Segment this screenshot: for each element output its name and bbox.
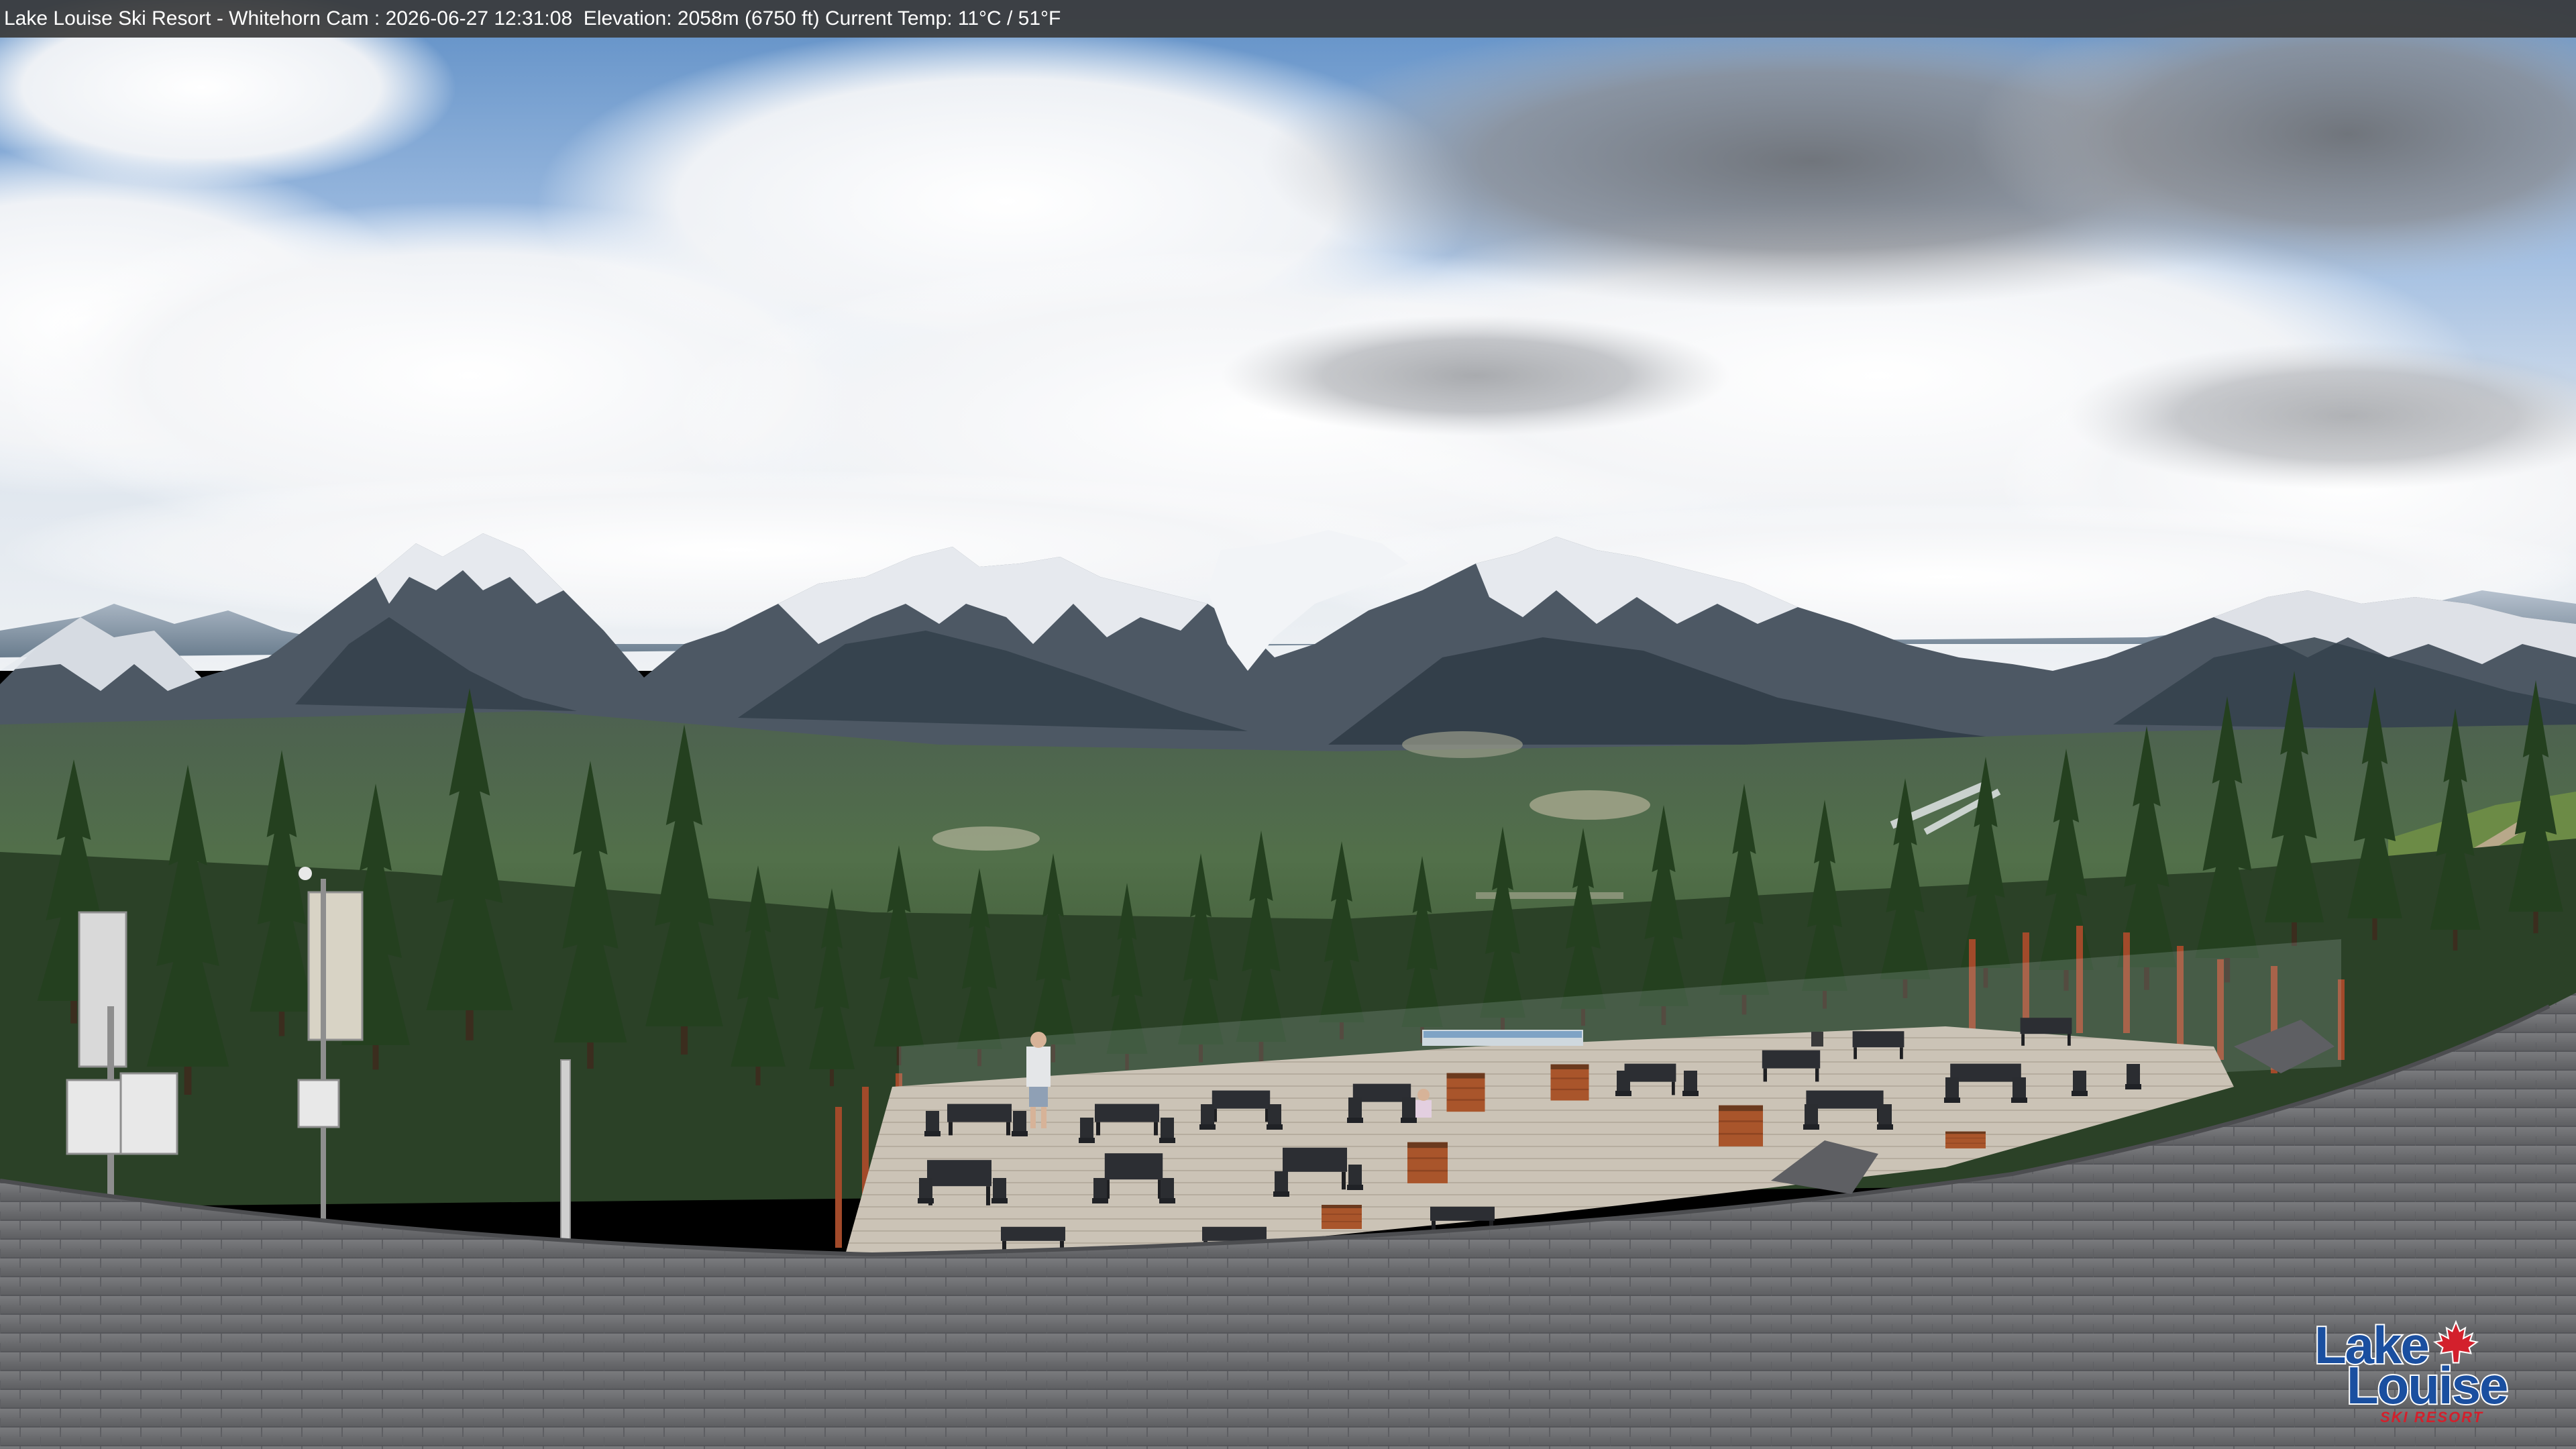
webcam-frame: Lake Louise Ski Resort - Whitehorn Cam :… (0, 0, 2576, 1449)
logo-subtitle: SKI RESORT (2380, 1409, 2484, 1426)
resort-logo: Lake Louise SKI RESORT (2308, 1317, 2522, 1429)
webcam-image (0, 0, 2576, 1449)
webcam-info-overlay: Lake Louise Ski Resort - Whitehorn Cam :… (0, 0, 2576, 38)
logo-word-louise: Louise (2345, 1356, 2510, 1415)
